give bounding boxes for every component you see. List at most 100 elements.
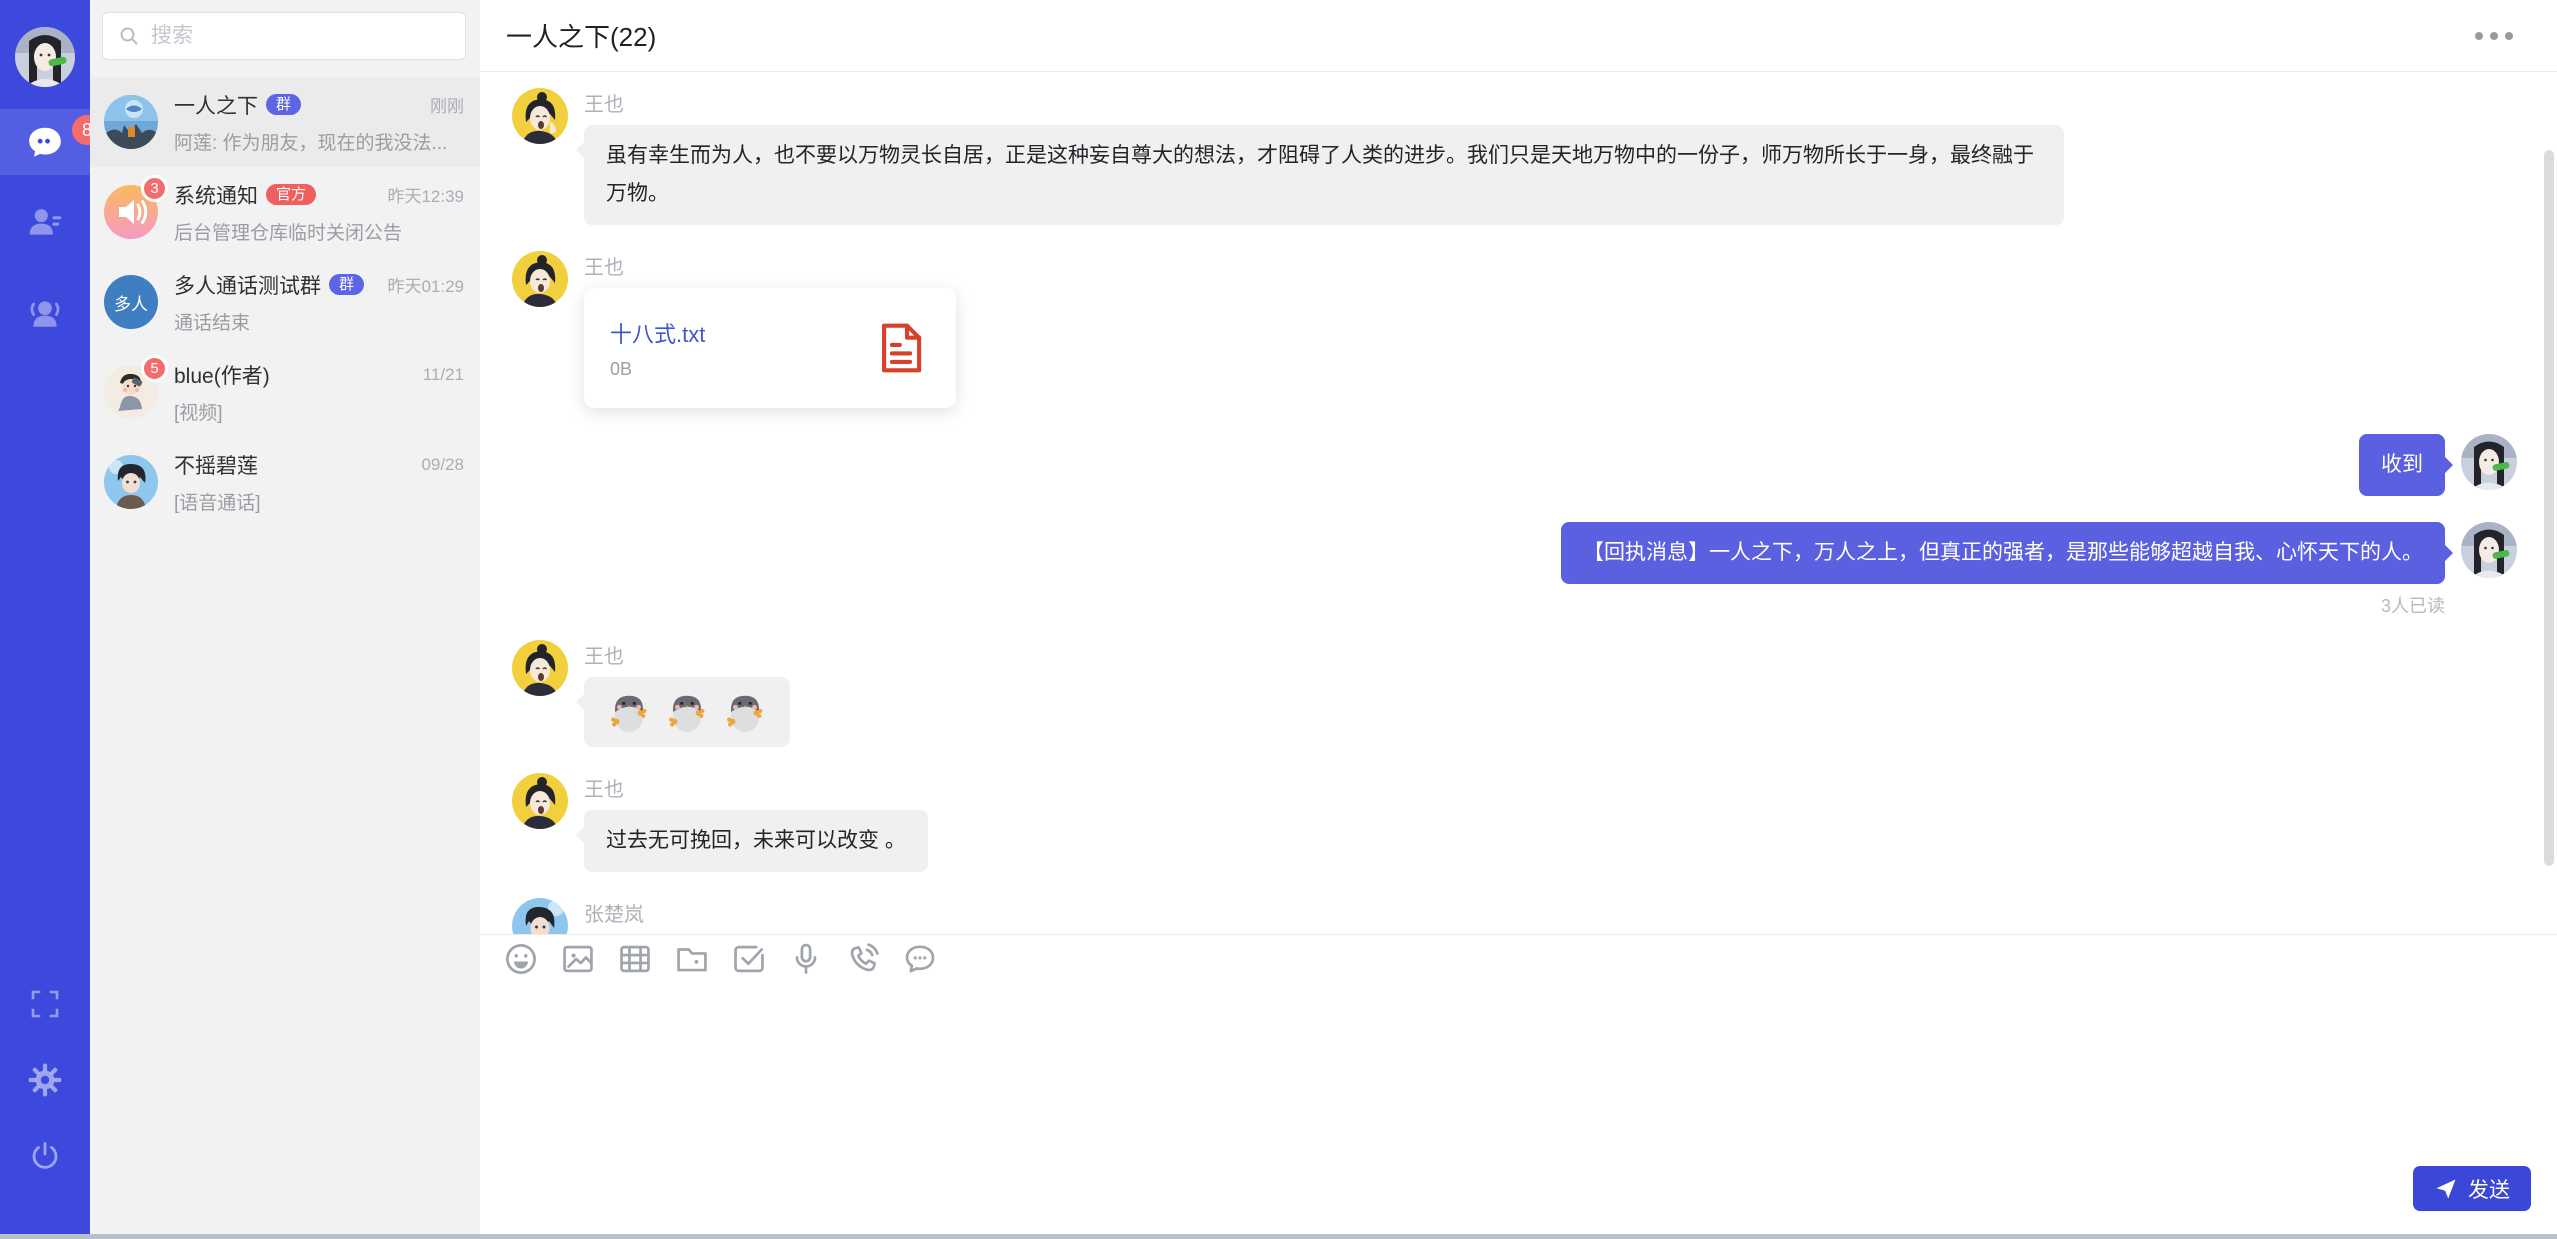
- group-tag: 群: [329, 274, 364, 295]
- search-icon: [117, 24, 141, 48]
- message-input[interactable]: [480, 983, 2557, 1238]
- my-avatar[interactable]: [2461, 434, 2517, 490]
- chat-area: 一人之下(22): [480, 0, 2557, 1239]
- microphone-icon[interactable]: [787, 940, 825, 978]
- power-icon: [27, 1138, 63, 1174]
- fullscreen-icon: [27, 986, 63, 1022]
- rail-item-contacts[interactable]: [0, 189, 90, 255]
- chat-app-window: 8: [0, 0, 2557, 1239]
- paper-plane-icon: [2434, 1177, 2458, 1201]
- message-text: 过去无可挽回，未来可以改变 。: [606, 829, 906, 852]
- folder-icon[interactable]: [673, 940, 711, 978]
- conversation-item-buyaobilian[interactable]: 不摇碧莲 09/28 [语音通话]: [90, 437, 480, 527]
- emoji-icon[interactable]: [502, 940, 540, 978]
- sender-name: 王也: [584, 640, 624, 669]
- conversation-time: 昨天01:29: [387, 272, 464, 297]
- message-row-self: 收到: [512, 434, 2517, 496]
- conversation-preview: [视频]: [174, 398, 464, 425]
- group-icon: [26, 294, 64, 332]
- contacts-icon: [26, 203, 64, 241]
- rail-item-fullscreen[interactable]: [0, 971, 90, 1037]
- group-tag: 群: [266, 94, 301, 115]
- more-options-icon[interactable]: [2467, 24, 2521, 48]
- search-box: [102, 12, 466, 60]
- conversation-item-yirenzhixia[interactable]: 一人之下 群 刚刚 阿莲: 作为朋友，现在的我没法...: [90, 77, 480, 167]
- conversation-preview: 通话结束: [174, 308, 464, 335]
- rail-item-groups[interactable]: [0, 280, 90, 346]
- message-text: 虽有幸生而为人，也不要以万物灵长自居，正是这种妄自尊大的想法，才阻碍了人类的进步…: [606, 144, 2034, 205]
- conversation-item-system-notice[interactable]: 3 系统通知 官方 昨天12:39 后台管理仓库临时关闭公告: [90, 167, 480, 257]
- conversation-time: 昨天12:39: [387, 182, 464, 207]
- sender-name: 王也: [584, 251, 624, 280]
- conversation-name: 不摇碧莲: [174, 450, 258, 480]
- file-message-card[interactable]: 十八式.txt 0B: [584, 288, 956, 408]
- message-row: 王也: [512, 640, 2517, 747]
- search-input[interactable]: [151, 24, 451, 48]
- message-row: 王也 十八式.txt 0B: [512, 251, 2517, 408]
- message-row: 王也 过去无可挽回，未来可以改变 。: [512, 773, 2517, 872]
- send-label: 发送: [2468, 1174, 2510, 1204]
- conversation-items: 一人之下 群 刚刚 阿莲: 作为朋友，现在的我没法...: [90, 77, 480, 527]
- conversation-name: 多人通话测试群: [174, 270, 321, 300]
- gear-icon: [26, 1061, 64, 1099]
- conversation-name: blue(作者): [174, 360, 270, 390]
- send-button[interactable]: 发送: [2413, 1166, 2531, 1211]
- my-avatar[interactable]: [15, 27, 75, 87]
- video-icon[interactable]: [616, 940, 654, 978]
- call-icon[interactable]: [844, 940, 882, 978]
- penguin-sticker: [664, 689, 710, 735]
- chat-history-icon[interactable]: [901, 940, 939, 978]
- message-row: 张楚岚 作为朋友，现在的我没法保证救你逃出生天，我能保证的只有...如果你真的会…: [512, 898, 2517, 934]
- message-bubble: 虽有幸生而为人，也不要以万物灵长自居，正是这种妄自尊大的想法，才阻碍了人类的进步…: [584, 125, 2064, 225]
- group-cover-avatar: [104, 95, 158, 149]
- zhangchulan-avatar[interactable]: [512, 898, 568, 934]
- file-size: 0B: [610, 359, 852, 380]
- conversation-time: 刚刚: [430, 92, 464, 117]
- conversation-time: 09/28: [421, 455, 464, 475]
- message-bubble-self: 收到: [2359, 434, 2445, 496]
- image-icon[interactable]: [559, 940, 597, 978]
- conversation-preview: [语音通话]: [174, 488, 464, 515]
- message-text: 收到: [2381, 453, 2423, 476]
- conversation-name: 一人之下: [174, 90, 258, 120]
- sender-name: 王也: [584, 88, 624, 117]
- official-tag: 官方: [266, 184, 316, 205]
- unread-badge: 3: [141, 175, 168, 202]
- wangye-avatar[interactable]: [512, 773, 568, 829]
- wangye-avatar[interactable]: [512, 640, 568, 696]
- composer-toolbar: [480, 935, 2557, 983]
- chat-header: 一人之下(22): [480, 0, 2557, 72]
- conversation-preview: 阿莲: 作为朋友，现在的我没法...: [174, 128, 464, 155]
- sticker-bubble: [584, 677, 790, 747]
- conversation-panel: 一人之下 群 刚刚 阿莲: 作为朋友，现在的我没法...: [90, 0, 480, 1239]
- rail-item-power[interactable]: [0, 1123, 90, 1189]
- message-bubble: 过去无可挽回，未来可以改变 。: [584, 810, 928, 872]
- unread-badge: 5: [141, 355, 168, 382]
- chat-title: 一人之下(22): [506, 17, 656, 54]
- conversation-item-multicall-group[interactable]: 多人 多人通话测试群 群 昨天01:29 通话结束: [90, 257, 480, 347]
- message-bubble-self: 【回执消息】一人之下，万人之上，但真正的强者，是那些能够超越自我、心怀天下的人。: [1561, 522, 2445, 584]
- horizontal-scrollbar[interactable]: [0, 1234, 2557, 1239]
- rail-item-settings[interactable]: [0, 1047, 90, 1113]
- sender-name: 张楚岚: [584, 898, 644, 927]
- my-avatar[interactable]: [2461, 522, 2517, 578]
- vertical-scrollbar-thumb[interactable]: [2544, 150, 2554, 866]
- conversation-preview: 后台管理仓库临时关闭公告: [174, 218, 464, 245]
- message-row-self: 【回执消息】一人之下，万人之上，但真正的强者，是那些能够超越自我、心怀天下的人。…: [512, 522, 2517, 618]
- text-file-icon: [872, 319, 930, 377]
- message-text: 【回执消息】一人之下，万人之上，但真正的强者，是那些能够超越自我、心怀天下的人。: [1583, 541, 2423, 564]
- conversation-time: 11/21: [423, 365, 464, 385]
- penguin-sticker: [606, 689, 652, 735]
- chat-bubble-icon: [26, 123, 64, 161]
- left-rail: 8: [0, 0, 90, 1239]
- message-row: 王也 虽有幸生而为人，也不要以万物灵长自居，正是这种妄自尊大的想法，才阻碍了人类…: [512, 88, 2517, 225]
- penguin-sticker: [722, 689, 768, 735]
- task-check-icon[interactable]: [730, 940, 768, 978]
- conversation-item-blue-author[interactable]: 5 blue(作者) 11/21 [视频]: [90, 347, 480, 437]
- wangye-avatar[interactable]: [512, 251, 568, 307]
- buyaobilian-avatar: [104, 455, 158, 509]
- wangye-avatar[interactable]: [512, 88, 568, 144]
- multicall-avatar: 多人: [104, 275, 158, 329]
- message-list: 王也 虽有幸生而为人，也不要以万物灵长自居，正是这种妄自尊大的想法，才阻碍了人类…: [480, 72, 2557, 934]
- rail-item-chats[interactable]: 8: [0, 109, 90, 175]
